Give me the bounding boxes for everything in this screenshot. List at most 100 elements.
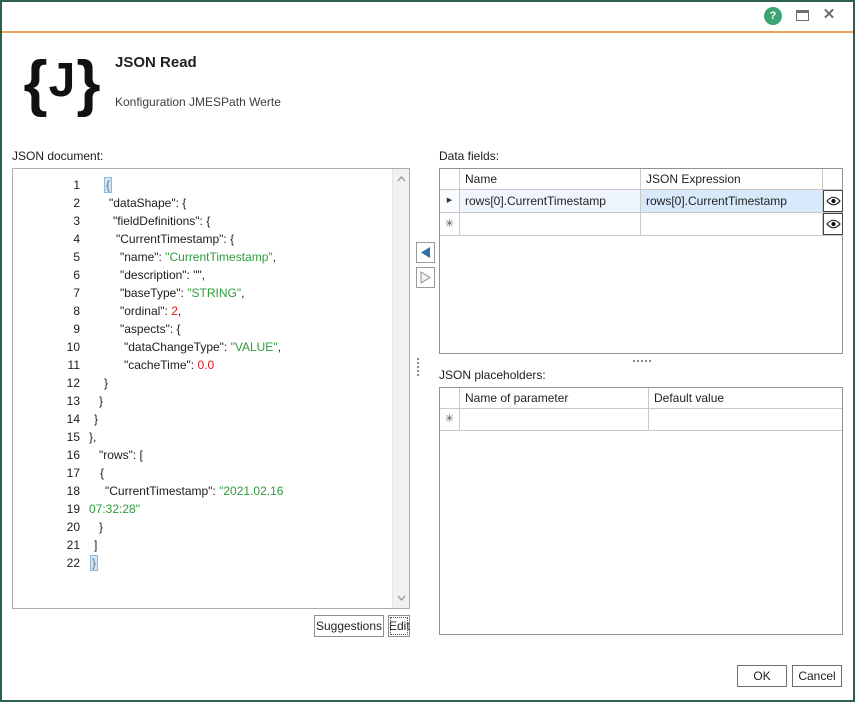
data-field-row: ✳ [440, 213, 842, 236]
editor-line: 20} [13, 518, 392, 536]
editor-line: 13} [13, 392, 392, 410]
line-number: 10 [13, 338, 80, 356]
editor-line: 3 "fieldDefinitions": { [13, 212, 392, 230]
logo-right-brace: } [76, 49, 100, 119]
line-number: 5 [13, 248, 80, 266]
line-number: 3 [13, 212, 80, 230]
editor-line: 21] [13, 536, 392, 554]
line-number: 14 [13, 410, 80, 428]
column-header-expression[interactable]: JSON Expression [641, 169, 823, 190]
line-number: 7 [13, 284, 80, 302]
json-document-editor[interactable]: 1{2"dataShape": {3"fieldDefinitions": {4… [12, 168, 410, 609]
editor-line: 10 "dataChangeType": "VALUE", [13, 338, 392, 356]
code-text: "fieldDefinitions": { [89, 212, 210, 230]
logo-left-brace: { [24, 49, 48, 119]
code-text: } [89, 410, 98, 428]
data-fields-grid: Name JSON Expression ▶rows[0].CurrentTim… [439, 168, 843, 354]
line-number: 20 [13, 518, 80, 536]
line-number: 4 [13, 230, 80, 248]
editor-lines: 1{2"dataShape": {3"fieldDefinitions": {4… [13, 169, 392, 608]
new-row-indicator[interactable]: ✳ [440, 213, 460, 236]
move-right-button[interactable] [416, 267, 435, 288]
field-name-cell[interactable]: rows[0].CurrentTimestamp [460, 190, 641, 213]
horizontal-splitter-grip[interactable] [633, 360, 651, 362]
json-expression-cell[interactable] [641, 213, 823, 236]
line-number: 22 [13, 554, 80, 572]
code-text: } [89, 374, 108, 392]
code-text: } [89, 554, 98, 572]
line-number: 13 [13, 392, 80, 410]
header-indicator-cell [440, 169, 460, 190]
scroll-up-icon[interactable] [397, 176, 406, 182]
line-number: 8 [13, 302, 80, 320]
editor-line: 12} [13, 374, 392, 392]
editor-line: 7"baseType": "STRING", [13, 284, 392, 302]
maximize-icon[interactable] [796, 10, 809, 21]
logo-letter: J [49, 46, 76, 116]
help-icon[interactable]: ? [764, 7, 782, 25]
column-header-default[interactable]: Default value [649, 388, 842, 409]
placeholder-row: ✳ [440, 409, 842, 431]
data-fields-label: Data fields: [439, 149, 499, 163]
default-value-cell[interactable] [649, 409, 842, 431]
edit-button[interactable]: Edit [388, 615, 410, 637]
ok-button[interactable]: OK [737, 665, 787, 687]
editor-scrollbar[interactable] [392, 169, 409, 608]
field-name-cell[interactable] [460, 213, 641, 236]
editor-line: 22} [13, 554, 392, 572]
line-number: 19 [13, 500, 80, 518]
line-number: 12 [13, 374, 80, 392]
code-text: } [89, 392, 103, 410]
column-header-parameter[interactable]: Name of parameter [460, 388, 649, 409]
code-text: "description": "", [89, 266, 205, 284]
json-placeholders-label: JSON placeholders: [439, 368, 546, 382]
title-bar: ? ✕ [2, 2, 853, 31]
line-number: 16 [13, 446, 80, 464]
editor-line: 5 "name": "CurrentTimestamp", [13, 248, 392, 266]
line-number: 1 [13, 176, 80, 194]
json-document-label: JSON document: [12, 149, 103, 163]
json-expression-cell[interactable]: rows[0].CurrentTimestamp [641, 190, 823, 213]
line-number: 17 [13, 464, 80, 482]
code-text: "name": "CurrentTimestamp", [89, 248, 276, 266]
new-row-indicator[interactable]: ✳ [440, 409, 460, 431]
editor-line: 6 "description": "", [13, 266, 392, 284]
vertical-splitter-grip[interactable] [417, 358, 419, 376]
line-number: 9 [13, 320, 80, 338]
current-row-indicator[interactable]: ▶ [440, 190, 460, 213]
preview-eye-button[interactable] [823, 213, 843, 236]
parameter-name-cell[interactable] [460, 409, 649, 431]
editor-line: 1{ [13, 176, 392, 194]
code-text: "ordinal": 2, [89, 302, 181, 320]
close-icon[interactable]: ✕ [820, 5, 838, 25]
editor-line: 9"aspects": { [13, 320, 392, 338]
dialog-window: ? ✕ {J} JSON Read Konfiguration JMESPath… [0, 0, 855, 702]
editor-line: 16"rows": [ [13, 446, 392, 464]
line-number: 15 [13, 428, 80, 446]
eye-icon [826, 196, 841, 206]
line-number: 6 [13, 266, 80, 284]
suggestions-button[interactable]: Suggestions [314, 615, 384, 637]
json-placeholders-grid: Name of parameter Default value ✳ [439, 387, 843, 635]
preview-eye-button[interactable] [823, 190, 843, 213]
scroll-down-icon[interactable] [397, 595, 406, 601]
header-indicator-cell [440, 388, 460, 409]
line-number: 18 [13, 482, 80, 500]
code-text: { [89, 176, 112, 194]
json-brace-logo: {J} [24, 48, 100, 120]
code-text: { [89, 464, 104, 482]
code-text: "dataShape": { [89, 194, 186, 212]
placeholders-header: Name of parameter Default value [440, 388, 842, 409]
column-header-name[interactable]: Name [460, 169, 641, 190]
editor-line: 18 "CurrentTimestamp": "2021.02.16 [13, 482, 392, 500]
arrow-left-icon [420, 246, 431, 259]
code-text: "CurrentTimestamp": "2021.02.16 [89, 482, 283, 500]
page-title: JSON Read [115, 54, 197, 71]
code-text: "dataChangeType": "VALUE", [89, 338, 281, 356]
arrow-right-icon [420, 271, 431, 284]
code-text: ] [89, 536, 97, 554]
code-text: "CurrentTimestamp": { [89, 230, 234, 248]
cancel-button[interactable]: Cancel [792, 665, 842, 687]
editor-line: 1907:32:28" [13, 500, 392, 518]
move-left-button[interactable] [416, 242, 435, 263]
